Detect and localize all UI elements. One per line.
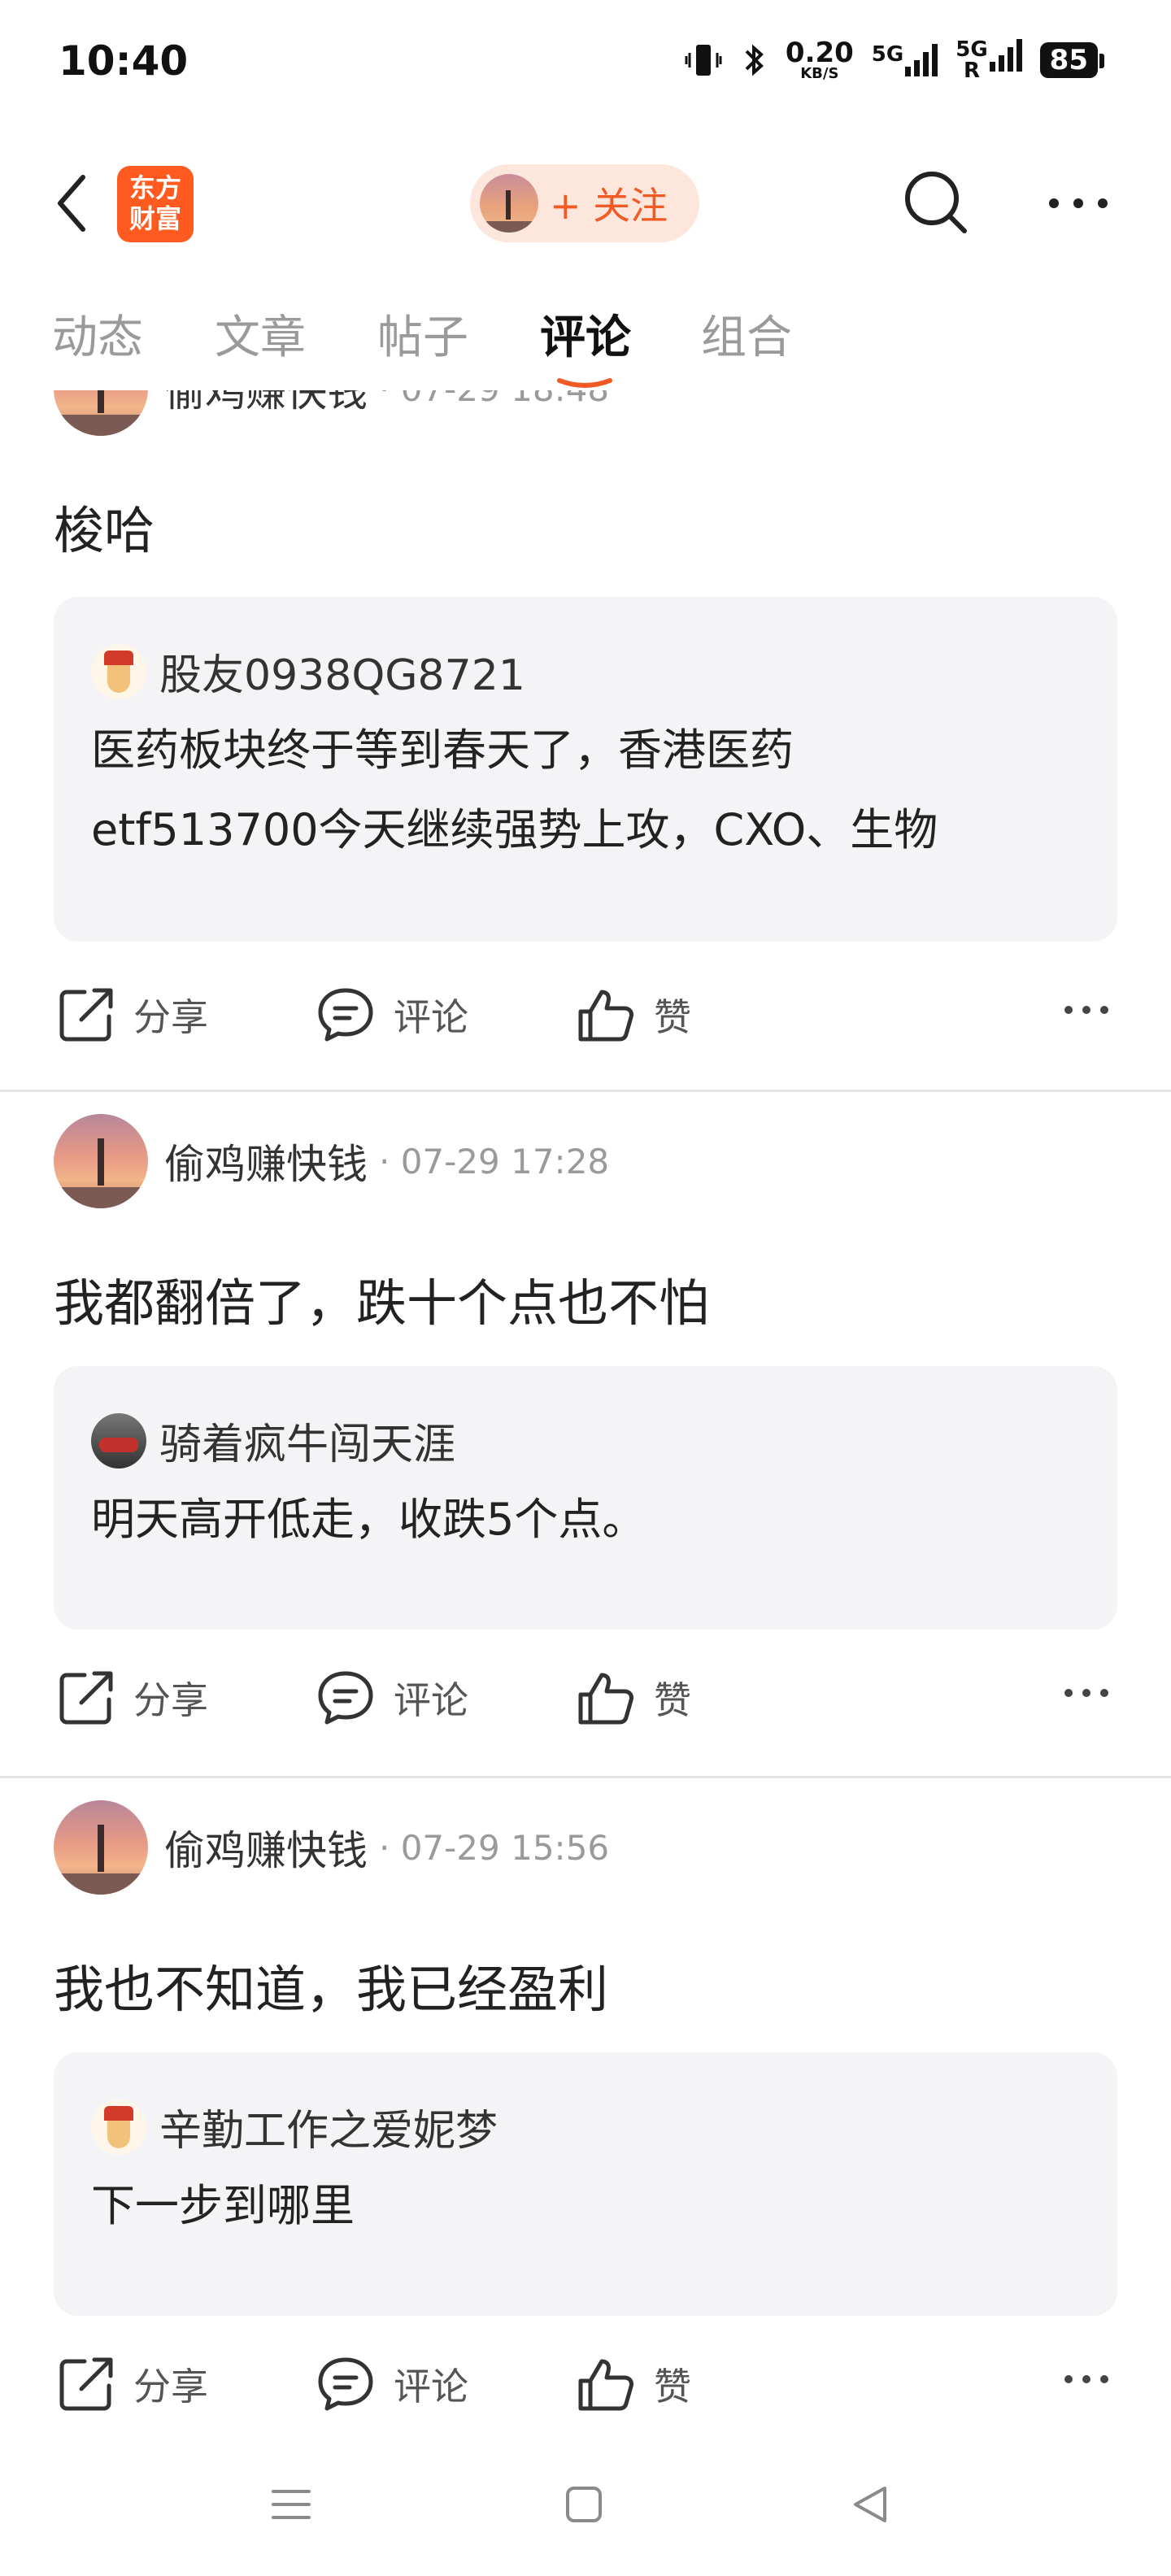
author-name[interactable]: 偷鸡赚快钱 xyxy=(164,1818,368,1877)
signal-2: 5G R xyxy=(956,39,1022,81)
share-button[interactable]: 分享 xyxy=(57,2355,208,2413)
post-author: 偷鸡赚快钱 · 07-29 18:48 xyxy=(54,390,609,436)
avatar[interactable] xyxy=(54,1800,148,1895)
search-icon[interactable] xyxy=(899,166,973,239)
comment-feed: 偷鸡赚快钱 · 07-29 18:48 梭哈 股友0938QG8721 医药板块… xyxy=(0,390,1171,2439)
quoted-text-line: 明天高开低走，收跌5个点。 xyxy=(91,1494,646,1545)
list-item: 偷鸡赚快钱 · 07-29 17:28 我都翻倍了，跌十个点也不怕 骑着疯牛闯天… xyxy=(0,1093,1171,1776)
back-icon[interactable] xyxy=(49,171,98,236)
user-avatar xyxy=(480,174,538,233)
post-actions: 分享 评论 赞 xyxy=(0,969,1171,1051)
quoted-text-line: etf513700今天继续强势上攻，CXO、生物 xyxy=(91,804,938,855)
menu-icon[interactable] xyxy=(268,2482,314,2527)
tab-portfolio[interactable]: 组合 xyxy=(701,301,792,367)
signal-bars-icon xyxy=(989,39,1022,72)
follow-button[interactable]: + 关注 xyxy=(470,164,699,242)
status-icons: 0.20 KB/S 5G 5G R 85 xyxy=(685,37,1105,82)
status-bar: 10:40 0.20 KB/S 5G 5G R 85 xyxy=(0,0,1171,130)
status-time: 10:40 xyxy=(59,37,189,85)
avatar xyxy=(91,2099,146,2155)
system-nav-bar xyxy=(0,2456,1171,2576)
comment-button[interactable]: 评论 xyxy=(316,986,468,1044)
share-icon xyxy=(59,988,113,1042)
more-icon[interactable] xyxy=(1062,2371,1111,2387)
divider xyxy=(0,1776,1171,1778)
net-speed: 0.20 KB/S xyxy=(785,37,854,82)
comment-text[interactable]: 梭哈 xyxy=(54,490,155,563)
quoted-author: 股友0938QG8721 xyxy=(91,641,525,702)
share-button[interactable]: 分享 xyxy=(57,986,208,1044)
quoted-post[interactable]: 股友0938QG8721 医药板块终于等到春天了，香港医药 etf513700今… xyxy=(54,597,1117,942)
thumbs-up-icon xyxy=(578,2359,633,2411)
app-header: 东方 财富 + 关注 xyxy=(0,154,1171,252)
tab-articles[interactable]: 文章 xyxy=(215,301,306,367)
post-actions: 分享 评论 赞 xyxy=(0,2339,1171,2420)
avatar xyxy=(91,643,146,699)
home-icon[interactable] xyxy=(561,2482,607,2527)
avatar xyxy=(91,1412,146,1469)
comment-text[interactable]: 我都翻倍了，跌十个点也不怕 xyxy=(54,1262,709,1335)
quoted-text-line: 下一步到哪里 xyxy=(91,2180,355,2231)
like-button[interactable]: 赞 xyxy=(576,2355,691,2413)
quoted-text-line: 医药板块终于等到春天了，香港医药 xyxy=(91,724,794,776)
quoted-post[interactable]: 骑着疯牛闯天涯 明天高开低走，收跌5个点。 xyxy=(54,1366,1117,1630)
tab-dongtai[interactable]: 动态 xyxy=(52,301,143,367)
comment-icon xyxy=(318,988,373,1042)
quoted-author-name: 股友0938QG8721 xyxy=(159,651,525,700)
comment-button[interactable]: 评论 xyxy=(316,2355,468,2413)
battery-indicator: 85 xyxy=(1039,42,1105,78)
profile-tabs: 动态 文章 帖子 评论 组合 xyxy=(0,301,1171,390)
comment-text[interactable]: 我也不知道，我已经盈利 xyxy=(54,1948,608,2021)
vibrate-icon xyxy=(685,45,722,76)
thumbs-up-icon xyxy=(578,990,633,1042)
post-date: · 07-29 15:56 xyxy=(379,1827,610,1868)
post-date: · 07-29 18:48 xyxy=(379,390,609,409)
post-author: 偷鸡赚快钱 · 07-29 15:56 xyxy=(54,1800,609,1895)
quoted-author: 骑着疯牛闯天涯 xyxy=(91,1410,455,1471)
quoted-author-name: 骑着疯牛闯天涯 xyxy=(159,1421,456,1469)
app-logo[interactable]: 东方 财富 xyxy=(117,166,194,242)
divider xyxy=(0,1090,1171,1092)
tab-comments[interactable]: 评论 xyxy=(540,301,631,367)
follow-label: + 关注 xyxy=(550,184,668,228)
tab-posts[interactable]: 帖子 xyxy=(377,301,468,367)
quoted-post[interactable]: 辛勤工作之爱妮梦 下一步到哪里 xyxy=(54,2052,1117,2316)
like-button[interactable]: 赞 xyxy=(576,986,691,1044)
comment-button[interactable]: 评论 xyxy=(316,1669,468,1727)
bluetooth-icon xyxy=(745,44,764,76)
author-name[interactable]: 偷鸡赚快钱 xyxy=(164,1132,368,1190)
thumbs-up-icon xyxy=(578,1673,633,1725)
more-icon[interactable] xyxy=(1062,1685,1111,1701)
like-button[interactable]: 赞 xyxy=(576,1669,691,1727)
quoted-author-name: 辛勤工作之爱妮梦 xyxy=(159,2107,498,2156)
author-name[interactable]: 偷鸡赚快钱 xyxy=(164,390,368,418)
share-icon xyxy=(59,1671,113,1725)
quoted-author: 辛勤工作之爱妮梦 xyxy=(91,2096,498,2157)
post-date: · 07-29 17:28 xyxy=(379,1141,610,1181)
active-tab-indicator xyxy=(557,378,612,388)
list-item: 偷鸡赚快钱 · 07-29 15:56 我也不知道，我已经盈利 辛勤工作之爱妮梦… xyxy=(0,1779,1171,2439)
post-actions: 分享 评论 赞 xyxy=(0,1652,1171,1734)
signal-bars-icon xyxy=(905,44,938,76)
avatar[interactable] xyxy=(54,390,148,436)
list-item: 偷鸡赚快钱 · 07-29 18:48 梭哈 股友0938QG8721 医药板块… xyxy=(0,390,1171,1090)
comment-icon xyxy=(318,2357,373,2411)
post-author: 偷鸡赚快钱 · 07-29 17:28 xyxy=(54,1114,609,1208)
more-icon[interactable] xyxy=(1046,187,1111,220)
signal-1: 5G xyxy=(872,44,938,76)
share-button[interactable]: 分享 xyxy=(57,1669,208,1727)
avatar[interactable] xyxy=(54,1114,148,1208)
more-icon[interactable] xyxy=(1062,1002,1111,1018)
back-nav-icon[interactable] xyxy=(847,2482,893,2527)
comment-icon xyxy=(318,1671,373,1725)
share-icon xyxy=(59,2357,113,2411)
